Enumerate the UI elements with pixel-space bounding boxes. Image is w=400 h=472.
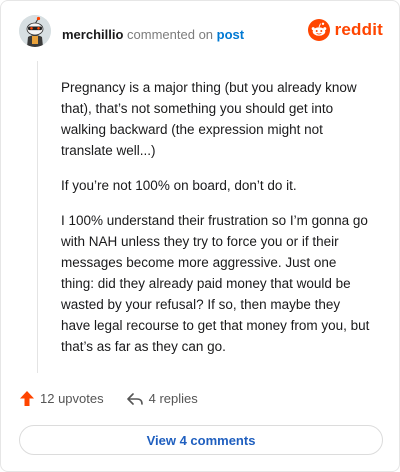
comment-header: merchillio commented on post [62, 27, 244, 43]
comment-paragraph: If you’re not 100% on board, don’t do it… [61, 178, 297, 193]
snoo-avatar-icon [19, 15, 51, 47]
commented-on-text: commented on [127, 27, 214, 42]
upvote-count: 12 upvotes [40, 391, 104, 406]
thread-line[interactable] [37, 61, 38, 373]
upvote-action[interactable]: 12 upvotes [19, 390, 104, 407]
reddit-wordmark: reddit [334, 20, 383, 39]
reddit-snoo-icon [307, 19, 330, 41]
view-comments-button[interactable]: View 4 comments [19, 425, 383, 455]
comment-embed-card: merchillio commented on post reddit Preg… [0, 0, 400, 472]
upvote-arrow-icon[interactable] [19, 390, 35, 407]
comment-actions: 12 upvotes 4 replies [19, 390, 198, 407]
comment-paragraph: Pregnancy is a major thing (but you alre… [61, 80, 357, 158]
comment-paragraph: I 100% understand their frustration so I… [61, 213, 370, 354]
username[interactable]: merchillio [62, 27, 123, 42]
replies-count: 4 replies [148, 391, 198, 406]
comment-body: Pregnancy is a major thing (but you alre… [61, 77, 371, 371]
reply-arrow-icon[interactable] [126, 391, 144, 407]
post-link[interactable]: post [217, 27, 244, 42]
reddit-brand[interactable]: reddit [307, 19, 383, 41]
replies-action[interactable]: 4 replies [126, 391, 198, 407]
avatar[interactable] [19, 15, 51, 47]
